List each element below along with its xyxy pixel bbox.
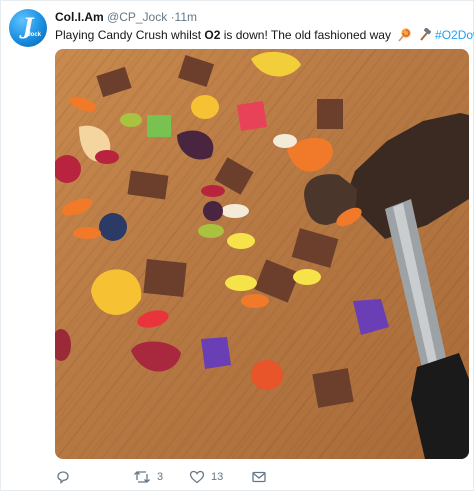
- avatar-small-text: Jock: [27, 32, 41, 38]
- tweet-time[interactable]: ·11m: [171, 10, 197, 24]
- tweet-header: Col.I.Am @CP_Jock ·11m: [55, 10, 197, 24]
- retweet-icon: [134, 471, 150, 483]
- tweet-text: Playing Candy Crush whilst O2 is down! T…: [55, 28, 474, 42]
- tweet-text-after: is down! The old fashioned way: [220, 28, 391, 42]
- user-handle[interactable]: @CP_Jock: [107, 10, 167, 24]
- reply-icon: [57, 471, 69, 484]
- avatar[interactable]: J Jock: [9, 9, 47, 47]
- retweet-count: 3: [157, 471, 164, 483]
- candy-scatter: [55, 51, 389, 408]
- tweet-actions: 3 13: [55, 469, 474, 487]
- like-button[interactable]: 13: [189, 469, 223, 485]
- tweet-text-bold: O2: [204, 28, 221, 42]
- hashtag-link[interactable]: #O2Down: [435, 28, 474, 42]
- tweet-text-before: Playing Candy Crush whilst: [55, 28, 205, 42]
- tweet-photo[interactable]: [55, 49, 469, 459]
- dm-button[interactable]: [251, 469, 273, 485]
- hammer-image: [304, 113, 469, 459]
- envelope-icon: [252, 471, 266, 483]
- heart-icon: [189, 470, 205, 484]
- lollipop-icon: [398, 28, 411, 42]
- display-name[interactable]: Col.I.Am: [55, 10, 104, 24]
- hammer-icon: [419, 28, 431, 41]
- reply-button[interactable]: [55, 469, 77, 485]
- like-count: 13: [211, 471, 224, 483]
- retweet-button[interactable]: 3: [133, 469, 163, 485]
- tweet-card[interactable]: J Jock Col.I.Am @CP_Jock ·11m Playing Ca…: [0, 0, 474, 491]
